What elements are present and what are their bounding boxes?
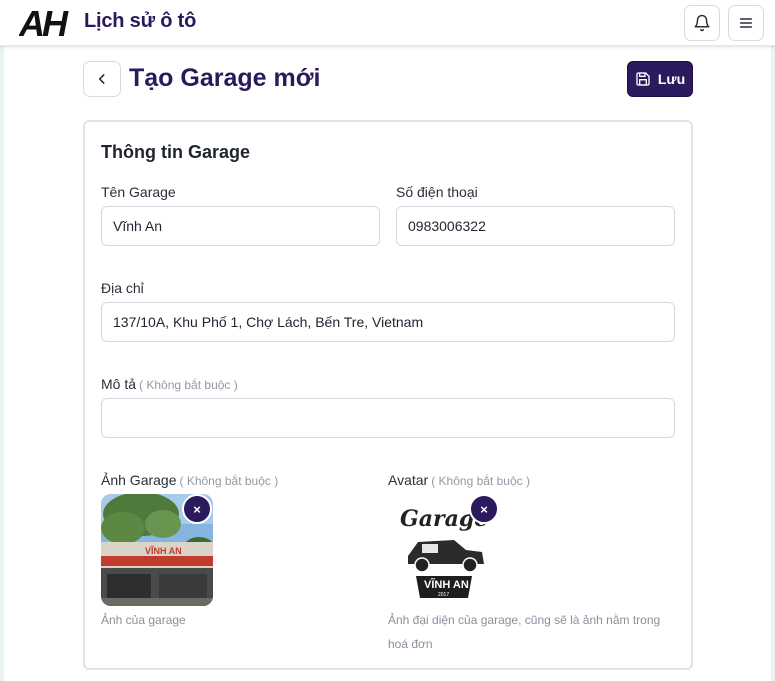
garage-photo-optional-note: ( Không bắt buộc ) [179,474,279,488]
svg-text:VĨNH AN: VĨNH AN [424,578,469,591]
description-input[interactable] [101,398,675,438]
phone-label: Số điện thoại [396,184,478,200]
section-title: Thông tin Garage [101,142,251,162]
address-label: Địa chỉ [101,280,144,296]
avatar-optional-note: ( Không bắt buộc ) [431,474,530,488]
save-button[interactable]: Lưu [627,61,693,97]
garage-name-input[interactable]: Vĩnh An [101,206,380,246]
svg-text:VĨNH AN: VĨNH AN [145,546,182,556]
svg-text:AH: AH [19,6,69,39]
address-input[interactable]: 137/10A, Khu Phố 1, Chợ Lách, Bến Tre, V… [101,302,675,342]
garage-info-card: Thông tin Garage Tên Garage Vĩnh An Số đ… [83,120,693,670]
description-optional-note: ( Không bắt buộc ) [139,378,238,392]
avatar-label: Avatar( Không bắt buộc ) [388,472,530,488]
app-brand-name[interactable]: Lịch sử ô tô [84,10,196,33]
close-icon: × [480,501,488,517]
app-logo[interactable]: AH [19,6,77,39]
svg-text:2017: 2017 [438,592,449,598]
chevron-left-icon [98,74,105,84]
close-icon: × [193,501,201,517]
top-navigation-bar: AH Lịch sử ô tô [0,0,775,46]
save-button-label: Lưu [657,71,686,87]
garage-photo-label: Ảnh Garage( Không bắt buộc ) [101,472,278,488]
description-label-text: Mô tả [101,376,137,392]
remove-garage-photo-button[interactable]: × [182,494,212,524]
bell-icon [694,14,710,32]
remove-avatar-button[interactable]: × [469,494,499,524]
page-title: Tạo Garage mới [129,64,321,92]
notifications-button[interactable] [684,5,720,41]
phone-input[interactable]: 0983006322 [396,206,675,246]
description-label: Mô tả( Không bắt buộc ) [101,376,238,392]
back-button[interactable] [83,61,121,97]
menu-button[interactable] [728,5,764,41]
garage-name-label: Tên Garage [101,184,176,200]
save-icon [636,72,650,86]
garage-photo-label-text: Ảnh Garage [101,472,177,488]
garage-photo-hint: Ảnh của garage [101,613,186,627]
avatar-label-text: Avatar [388,472,429,488]
avatar-hint: Ảnh đại diện của garage, cũng sẽ là ảnh … [388,613,661,651]
menu-icon [739,18,753,28]
